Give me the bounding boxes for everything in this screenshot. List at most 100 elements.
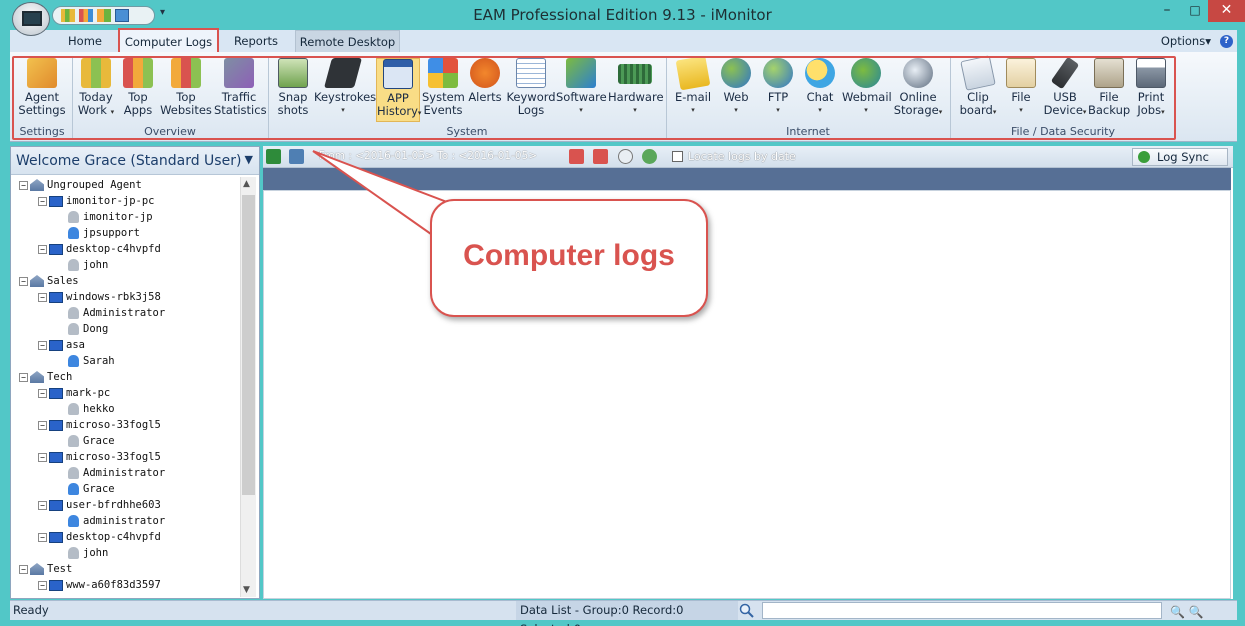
expand-toggle-icon[interactable]: − [38,532,47,542]
top-apps-label2: Apps [123,103,153,117]
expand-toggle-icon[interactable]: − [38,500,47,510]
close-button[interactable]: ✕ [1208,0,1245,22]
today-work-button[interactable]: Today Work ▾ [74,58,118,122]
online-storage-button[interactable]: Online Storage▾ [892,58,944,122]
options-menu[interactable]: Options▾ [1161,34,1211,48]
chat-button[interactable]: Chat ▾ [800,58,840,122]
tree-node-pc[interactable]: − mark-pc [19,385,241,401]
expand-toggle-icon[interactable]: − [38,452,47,462]
excel-export-icon[interactable] [266,149,281,164]
file-label1: File [1011,90,1031,104]
tree-node-pc[interactable]: − microso-33fogl5 [19,449,241,465]
chevron-down-icon[interactable]: ▼ [245,153,253,166]
maximize-button[interactable]: □ [1182,0,1208,22]
webmail-button[interactable]: Webmail ▾ [842,58,892,122]
top-apps-button[interactable]: Top Apps [120,58,156,122]
tree-node-user[interactable]: jpsupport [19,225,241,241]
top-websites-button[interactable]: Top Websites [160,58,212,122]
expand-toggle-icon[interactable]: − [38,580,47,590]
search-input[interactable] [762,602,1162,619]
locate-logs-checkbox[interactable] [672,151,683,162]
web-button[interactable]: Web ▾ [716,58,756,122]
tree-node-pc[interactable]: − imonitor-jp-pc [19,193,241,209]
agent-settings-button[interactable]: Agent Settings [14,58,70,122]
expand-toggle-icon[interactable]: − [38,196,47,206]
tree-node-user[interactable]: imonitor-jp [19,209,241,225]
scroll-down-icon[interactable]: ▼ [243,585,250,595]
help-icon[interactable]: ? [1220,35,1233,48]
tree-node-user[interactable]: administrator [19,513,241,529]
tree-node-user[interactable]: Grace [19,433,241,449]
expand-toggle-icon[interactable]: − [19,564,28,574]
expand-toggle-icon[interactable]: − [38,340,47,350]
expand-toggle-icon[interactable]: − [38,244,47,254]
tab-remote-desktop[interactable]: Remote Desktop [295,30,400,52]
file-backup-button[interactable]: File Backup [1088,58,1130,122]
app-history-button[interactable]: APP History▾ [376,58,421,122]
app-chart-icon [123,58,153,88]
tree-node-user[interactable]: john [19,257,241,273]
welcome-header[interactable]: Welcome Grace (Standard User) ▼ [11,147,259,175]
usb-device-button[interactable]: USB Device▾ [1042,56,1088,122]
calendar-to-icon[interactable] [593,149,608,164]
tree-node-user[interactable]: Dong [19,321,241,337]
ftp-button[interactable]: FTP ▾ [758,58,798,122]
tree-node-user[interactable]: Grace [19,481,241,497]
expand-toggle-icon[interactable]: − [38,388,47,398]
minimize-button[interactable]: – [1152,0,1182,22]
tree-node-group[interactable]: − Tech [19,369,241,385]
expand-toggle-icon[interactable]: − [38,420,47,430]
log-grid[interactable] [263,190,1231,599]
refresh-icon[interactable] [642,149,657,164]
tab-computer-logs[interactable]: Computer Logs [118,28,219,52]
tree-node-user[interactable]: Administrator [19,465,241,481]
tree-node-pc[interactable]: − microso-33fogl5 [19,417,241,433]
scroll-up-icon[interactable]: ▲ [243,179,250,189]
tree-node-group[interactable]: − Sales [19,273,241,289]
search-icon[interactable] [738,603,756,618]
expand-toggle-icon[interactable]: − [19,180,28,190]
options-dropdown-icon: ▾ [1205,34,1211,48]
tab-home[interactable]: Home [60,30,110,52]
keyword-logs-button[interactable]: Keyword Logs [506,58,556,122]
print-jobs-button[interactable]: Print Jobs▾ [1132,58,1170,122]
tree-node-pc[interactable]: − asa [19,337,241,353]
tree-node-pc[interactable]: − www-a60f83d3597 [19,577,241,593]
tree-node-group[interactable]: − Ungrouped Agent [19,177,241,193]
hardware-button[interactable]: Hardware ▾ [608,58,664,122]
clipboard-button[interactable]: Clip board▾ [956,55,1000,122]
tree-node-user[interactable]: Sarah [19,353,241,369]
tree-scrollbar[interactable]: ▲ ▼ [240,177,256,597]
log-sync-button[interactable]: Log Sync [1132,148,1228,166]
file-button[interactable]: File ▾ [1002,58,1040,122]
clock-icon[interactable] [618,149,633,164]
tree-node-pc[interactable]: − windows-rbk3j58 [19,289,241,305]
tab-reports[interactable]: Reports [226,30,286,52]
system-events-button[interactable]: System Events [422,58,465,122]
tree-node-user[interactable]: Administrator [19,305,241,321]
scrollbar-thumb[interactable] [242,195,255,495]
snapshots-button[interactable]: Snap shots [272,58,314,122]
tree-node-pc[interactable]: − desktop-c4hvpfd [19,241,241,257]
keystrokes-button[interactable]: Keystrokes ▾ [314,58,376,122]
software-button[interactable]: Software ▾ [556,58,607,122]
expand-toggle-icon[interactable]: − [38,292,47,302]
tree-node-pc[interactable]: − user-bfrdhhe603 [19,497,241,513]
email-button[interactable]: E-mail ▾ [672,55,714,122]
date-range-text[interactable]: From : <2016-01-05> To : <2016-01-05> [319,150,537,162]
expand-toggle-icon[interactable]: − [19,276,28,286]
zoom-in-icon[interactable]: 🔍 [1170,605,1185,619]
zoom-out-icon[interactable]: 🔍 [1189,605,1204,619]
tree-node-user[interactable]: john [19,545,241,561]
tree-node-group[interactable]: − Test [19,561,241,577]
traffic-statistics-button[interactable]: Traffic Statistics [214,58,267,122]
calendar-from-icon[interactable] [569,149,584,164]
tree-node-user[interactable]: hekko [19,401,241,417]
image-export-icon[interactable] [289,149,304,164]
tree-node-label: microso-33fogl5 [66,451,161,463]
tree-node-pc[interactable]: − desktop-c4hvpfd [19,529,241,545]
app-menu-button[interactable] [12,2,50,36]
usb-device-label2: Device▾ [1042,104,1088,119]
expand-toggle-icon[interactable]: − [19,372,28,382]
alerts-button[interactable]: Alerts [466,58,504,122]
